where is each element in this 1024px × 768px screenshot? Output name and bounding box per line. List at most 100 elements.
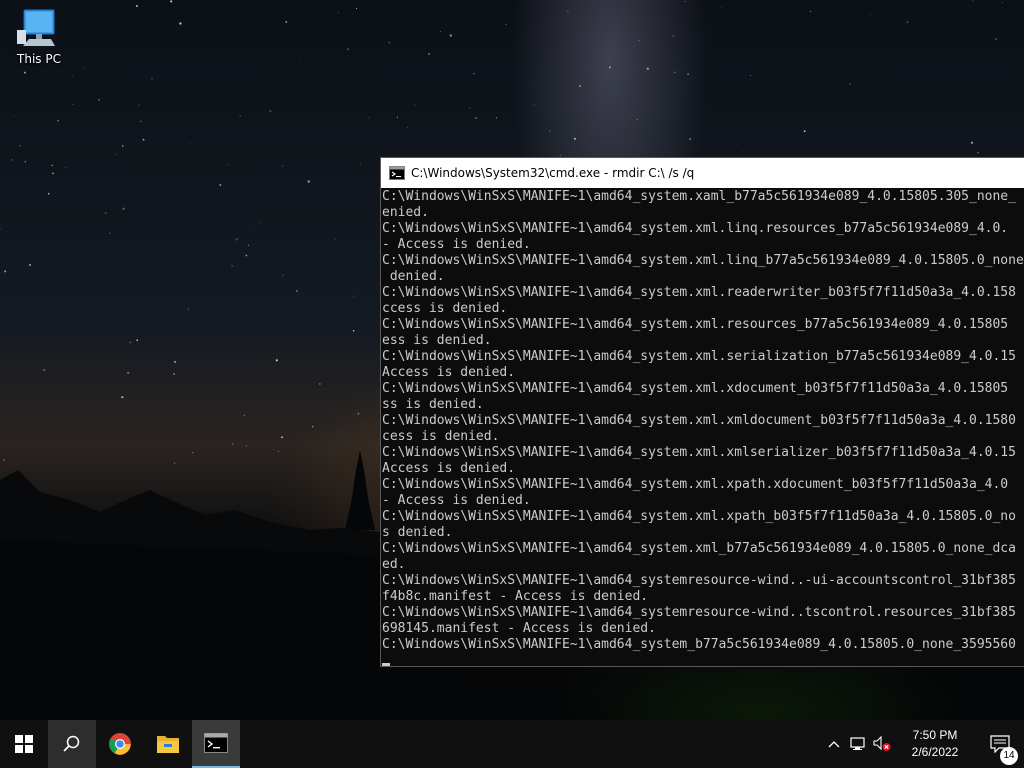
star bbox=[473, 72, 475, 75]
star bbox=[567, 10, 569, 12]
star bbox=[115, 153, 116, 155]
star bbox=[18, 144, 21, 147]
star bbox=[809, 63, 810, 65]
console-output[interactable]: C:\Windows\WinSxS\MANIFE~1\amd64_system.… bbox=[381, 188, 1024, 653]
star bbox=[1002, 2, 1003, 3]
star bbox=[51, 164, 53, 166]
star bbox=[355, 8, 358, 10]
console-line: - Access is denied. bbox=[382, 237, 531, 252]
star bbox=[533, 104, 535, 106]
cmd-icon bbox=[204, 733, 228, 753]
star bbox=[636, 118, 638, 121]
console-line: C:\Windows\WinSxS\MANIFE~1\amd64_system.… bbox=[382, 509, 1016, 524]
volume-button[interactable] bbox=[870, 720, 894, 768]
console-line: ss is denied. bbox=[382, 397, 484, 412]
star bbox=[559, 154, 561, 156]
text-cursor bbox=[382, 663, 390, 666]
desktop-icon-this-pc[interactable]: This PC bbox=[6, 8, 72, 78]
star bbox=[299, 57, 301, 59]
show-hidden-icons-button[interactable] bbox=[822, 720, 846, 768]
star bbox=[338, 12, 339, 14]
console-line: denied. bbox=[382, 269, 445, 284]
star bbox=[173, 373, 175, 375]
star bbox=[170, 0, 173, 3]
star bbox=[122, 145, 124, 147]
star bbox=[347, 48, 350, 51]
star bbox=[319, 383, 321, 385]
star bbox=[311, 425, 314, 428]
star bbox=[970, 141, 974, 144]
cmd-taskbar-button[interactable] bbox=[192, 720, 240, 768]
star bbox=[126, 371, 130, 374]
desktop[interactable]: This PC C:\Windows\System32\cmd.exe - rm… bbox=[0, 0, 1024, 720]
star bbox=[121, 396, 124, 399]
star bbox=[413, 104, 416, 106]
star bbox=[204, 247, 206, 249]
clock[interactable]: 7:50 PM 2/6/2022 bbox=[894, 727, 976, 761]
star bbox=[406, 126, 409, 129]
star bbox=[174, 360, 176, 363]
console-line: s denied. bbox=[382, 525, 453, 540]
console-line: ed. bbox=[382, 557, 406, 572]
chevron-up-icon bbox=[828, 741, 840, 748]
star bbox=[275, 359, 278, 362]
star bbox=[47, 192, 50, 195]
cmd-icon bbox=[389, 166, 405, 180]
star bbox=[57, 119, 59, 122]
star bbox=[689, 137, 692, 141]
console-line: C:\Windows\WinSxS\MANIFE~1\amd64_system.… bbox=[382, 445, 1016, 460]
star bbox=[994, 37, 997, 41]
folder-icon bbox=[157, 736, 179, 753]
cmd-window[interactable]: C:\Windows\System32\cmd.exe - rmdir C:\ … bbox=[380, 157, 1024, 667]
console-line: cess is denied. bbox=[382, 429, 500, 444]
network-button[interactable] bbox=[846, 720, 870, 768]
console-line: ess is denied. bbox=[382, 333, 492, 348]
star bbox=[97, 98, 101, 101]
star bbox=[269, 110, 272, 113]
star bbox=[803, 130, 806, 133]
star bbox=[634, 46, 635, 48]
console-line: C:\Windows\WinSxS\MANIFE~1\amd64_system.… bbox=[382, 285, 1016, 300]
search-button[interactable] bbox=[48, 720, 96, 768]
star bbox=[219, 184, 222, 186]
start-button[interactable] bbox=[0, 720, 48, 768]
star bbox=[335, 239, 337, 241]
computer-icon bbox=[17, 9, 55, 46]
star bbox=[673, 71, 676, 74]
star bbox=[72, 103, 74, 105]
chrome-button[interactable] bbox=[96, 720, 144, 768]
star bbox=[977, 152, 979, 154]
star bbox=[253, 226, 255, 228]
star bbox=[634, 66, 635, 68]
star bbox=[29, 264, 32, 266]
star bbox=[672, 35, 674, 37]
console-line: C:\Windows\WinSxS\MANIFE~1\amd64_system.… bbox=[382, 221, 1009, 236]
star bbox=[243, 414, 246, 417]
star bbox=[579, 85, 582, 88]
star bbox=[646, 67, 649, 70]
console-line: C:\Windows\WinSxS\MANIFE~1\amd64_system.… bbox=[382, 413, 1016, 428]
cmd-titlebar[interactable]: C:\Windows\System32\cmd.exe - rmdir C:\ … bbox=[381, 158, 1024, 188]
file-explorer-button[interactable] bbox=[144, 720, 192, 768]
star bbox=[809, 10, 812, 13]
star bbox=[247, 244, 250, 247]
volume-muted-icon bbox=[873, 736, 891, 751]
star bbox=[151, 78, 153, 80]
star bbox=[228, 164, 230, 166]
star bbox=[638, 39, 640, 42]
star bbox=[104, 212, 107, 215]
star bbox=[307, 180, 310, 183]
console-line: C:\Windows\WinSxS\MANIFE~1\amd64_system_… bbox=[382, 637, 1016, 652]
star bbox=[122, 207, 125, 210]
star bbox=[282, 274, 284, 276]
system-tray: 7:50 PM 2/6/2022 14 bbox=[822, 720, 1024, 768]
star bbox=[179, 22, 182, 25]
star bbox=[972, 0, 974, 2]
star bbox=[475, 117, 478, 120]
star bbox=[428, 53, 430, 55]
action-center-button[interactable]: 14 bbox=[976, 720, 1024, 768]
star bbox=[235, 238, 238, 241]
star bbox=[849, 83, 851, 85]
star bbox=[608, 66, 611, 69]
star bbox=[109, 232, 111, 234]
